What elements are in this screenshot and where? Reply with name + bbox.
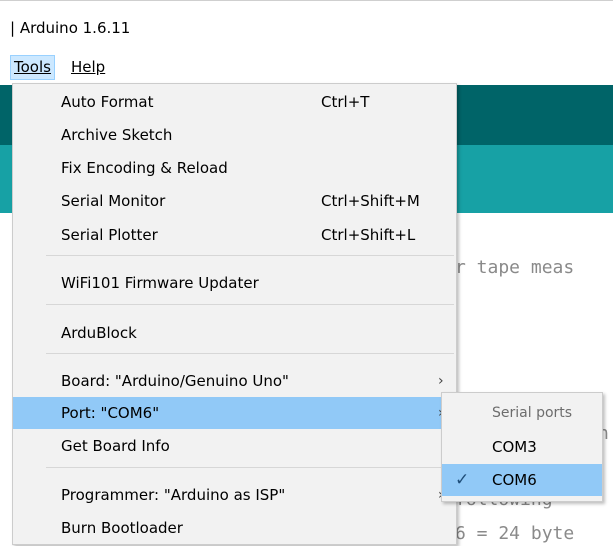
menu-item-ardublock[interactable]: ArduBlock bbox=[13, 317, 456, 349]
menu-separator bbox=[46, 353, 454, 354]
port-item-com3[interactable]: COM3 bbox=[442, 431, 602, 463]
menu-item-shortcut: Ctrl+T bbox=[321, 93, 370, 111]
menu-item-label: Burn Bootloader bbox=[61, 519, 183, 537]
menu-item-auto-format[interactable]: Auto Format Ctrl+T bbox=[13, 86, 456, 118]
menu-item-programmer[interactable]: Programmer: "Arduino as ISP" › bbox=[13, 479, 456, 511]
code-line: r tape meas bbox=[455, 257, 575, 278]
menu-item-serial-monitor[interactable]: Serial Monitor Ctrl+Shift+M bbox=[13, 185, 456, 217]
tools-menu: Auto Format Ctrl+T Archive Sketch Fix En… bbox=[12, 83, 457, 545]
menu-item-label: Serial Monitor bbox=[61, 192, 166, 210]
checkmark-icon: ✓ bbox=[455, 470, 470, 490]
menu-bar: Tools Help bbox=[0, 52, 613, 82]
port-item-com6[interactable]: ✓ COM6 bbox=[442, 464, 602, 496]
menu-item-label: Programmer: "Arduino as ISP" bbox=[61, 486, 286, 504]
menu-item-shortcut: Ctrl+Shift+M bbox=[321, 192, 420, 210]
menu-item-label: Archive Sketch bbox=[61, 126, 173, 144]
menu-separator bbox=[46, 255, 454, 256]
port-label: COM3 bbox=[492, 438, 537, 456]
menu-item-get-board-info[interactable]: Get Board Info bbox=[13, 430, 456, 462]
ports-submenu: Serial ports COM3 ✓ COM6 bbox=[441, 392, 603, 502]
code-line: 6 = 24 byte bbox=[455, 523, 575, 544]
submenu-header: Serial ports bbox=[442, 397, 602, 429]
menu-item-label: Board: "Arduino/Genuino Uno" bbox=[61, 372, 289, 390]
menu-item-burn-bootloader[interactable]: Burn Bootloader bbox=[13, 512, 456, 544]
menu-item-label: Fix Encoding & Reload bbox=[61, 159, 228, 177]
menu-item-wifi101-updater[interactable]: WiFi101 Firmware Updater bbox=[13, 267, 456, 299]
menu-item-label: Auto Format bbox=[61, 93, 154, 111]
menu-item-label: WiFi101 Firmware Updater bbox=[61, 274, 259, 292]
menu-item-shortcut: Ctrl+Shift+L bbox=[321, 226, 416, 244]
menu-tools-label: Tools bbox=[14, 58, 51, 76]
menu-item-board[interactable]: Board: "Arduino/Genuino Uno" › bbox=[13, 365, 456, 397]
menu-separator bbox=[46, 304, 454, 305]
menu-help-label: Help bbox=[71, 58, 106, 76]
menu-separator bbox=[46, 467, 454, 468]
title-bar: | Arduino 1.6.11 bbox=[0, 0, 613, 49]
menu-item-label: Serial Plotter bbox=[61, 226, 158, 244]
menu-item-serial-plotter[interactable]: Serial Plotter Ctrl+Shift+L bbox=[13, 219, 456, 251]
menu-item-label: Port: "COM6" bbox=[61, 404, 160, 422]
menu-item-label: ArduBlock bbox=[61, 324, 137, 342]
port-label: COM6 bbox=[492, 471, 537, 489]
menu-item-archive-sketch[interactable]: Archive Sketch bbox=[13, 119, 456, 151]
menu-item-fix-encoding[interactable]: Fix Encoding & Reload bbox=[13, 152, 456, 184]
menu-help[interactable]: Help bbox=[68, 56, 108, 79]
window-title: | Arduino 1.6.11 bbox=[10, 19, 131, 37]
menu-item-port[interactable]: Port: "COM6" › bbox=[13, 397, 456, 429]
menu-tools[interactable]: Tools bbox=[10, 55, 55, 80]
submenu-header-label: Serial ports bbox=[492, 405, 573, 421]
menu-item-label: Get Board Info bbox=[61, 437, 170, 455]
